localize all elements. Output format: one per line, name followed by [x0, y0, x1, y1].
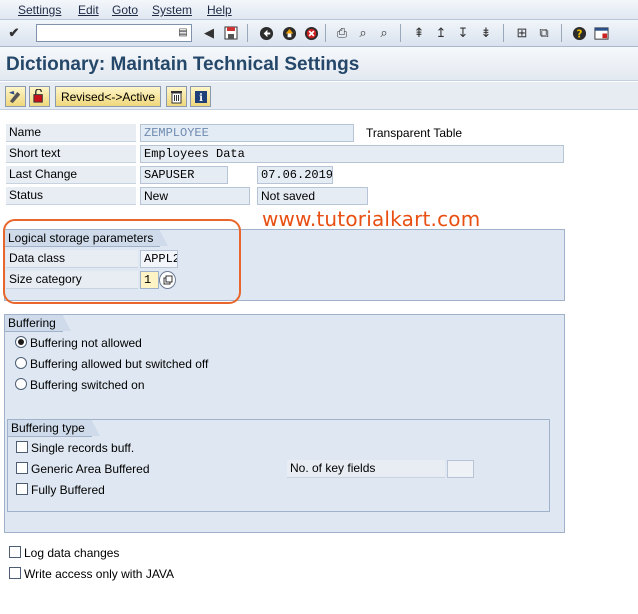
log-data-changes-checkbox[interactable]: [9, 546, 21, 558]
fully-buffered-checkbox[interactable]: [16, 483, 28, 495]
toolbar-divider: [325, 24, 326, 42]
last-page-icon[interactable]: ⇟: [477, 24, 495, 42]
buffering-allowed-switched-off-label: Buffering allowed but switched off: [30, 357, 209, 371]
status-label: Status: [6, 187, 136, 205]
buffering-switched-on-label: Buffering switched on: [30, 378, 145, 392]
activate-icon[interactable]: [29, 86, 50, 107]
cancel-icon[interactable]: [302, 24, 320, 42]
svg-text:i: i: [199, 93, 203, 104]
svg-text:?: ?: [576, 28, 582, 40]
menu-bar: Settings Edit Goto System Help: [0, 0, 638, 20]
buffering-title: Buffering: [5, 314, 71, 332]
buffering-switched-on-radio[interactable]: [15, 378, 27, 390]
help-icon[interactable]: ?: [570, 24, 588, 42]
menu-help[interactable]: Help: [207, 3, 232, 17]
generic-area-checkbox[interactable]: [16, 462, 28, 474]
single-records-checkbox[interactable]: [16, 441, 28, 453]
toolbar-divider: [400, 24, 401, 42]
command-field[interactable]: [36, 24, 192, 42]
save-icon[interactable]: [222, 24, 240, 42]
page-title: Dictionary: Maintain Technical Settings: [6, 54, 360, 75]
log-data-changes-label: Log data changes: [24, 546, 120, 560]
customize-layout-icon[interactable]: [592, 24, 610, 42]
menu-system[interactable]: System: [152, 3, 192, 17]
menu-settings[interactable]: Settings: [18, 3, 61, 17]
key-fields-label: No. of key fields: [287, 460, 445, 478]
command-history-icon[interactable]: ▤: [176, 26, 190, 40]
status-field[interactable]: New: [140, 187, 250, 205]
display-change-icon[interactable]: [5, 86, 26, 107]
next-page-icon[interactable]: ↧: [454, 24, 472, 42]
short-text-label: Short text: [6, 145, 136, 163]
generic-area-label: Generic Area Buffered: [31, 462, 150, 476]
watermark: www.tutorialkart.com: [262, 207, 481, 231]
name-field[interactable]: ZEMPLOYEE: [140, 124, 354, 142]
shortcut-icon[interactable]: ⧉: [535, 24, 553, 42]
name-label: Name: [6, 124, 136, 142]
toolbar-divider: [561, 24, 562, 42]
delete-icon[interactable]: [166, 86, 187, 107]
back-icon[interactable]: ◀: [200, 24, 218, 42]
revised-active-button[interactable]: Revised<->Active: [55, 86, 161, 107]
buffering-not-allowed-label: Buffering not allowed: [30, 336, 142, 350]
fully-buffered-label: Fully Buffered: [31, 483, 105, 497]
short-text-field[interactable]: Employees Data: [140, 145, 564, 163]
menu-goto[interactable]: Goto: [112, 3, 138, 17]
write-access-java-checkbox[interactable]: [9, 567, 21, 579]
buffering-type-title: Buffering type: [8, 419, 100, 437]
last-change-user-field[interactable]: SAPUSER: [140, 166, 228, 184]
find-icon[interactable]: ⌕: [354, 24, 372, 42]
menu-edit[interactable]: Edit: [78, 3, 99, 17]
info-icon[interactable]: i: [190, 86, 211, 107]
toolbar-divider: [503, 24, 504, 42]
print-icon[interactable]: ⎙: [333, 24, 351, 42]
single-records-label: Single records buff.: [31, 441, 135, 455]
back-nav-icon[interactable]: [257, 24, 275, 42]
save-status-field[interactable]: Not saved: [257, 187, 368, 205]
last-change-label: Last Change: [6, 166, 136, 184]
exit-icon[interactable]: [280, 24, 298, 42]
create-session-icon[interactable]: ⊞: [513, 24, 531, 42]
key-fields-field[interactable]: [447, 460, 474, 478]
last-change-date-field[interactable]: 07.06.2019: [257, 166, 333, 184]
write-access-java-label: Write access only with JAVA: [24, 567, 175, 581]
buffering-not-allowed-radio[interactable]: [15, 336, 27, 348]
enter-icon[interactable]: ✔: [5, 24, 23, 42]
table-type-text: Transparent Table: [366, 126, 463, 140]
find-next-icon[interactable]: ⌕: [375, 24, 393, 42]
first-page-icon[interactable]: ⇞: [410, 24, 428, 42]
toolbar-divider: [247, 24, 248, 42]
buffering-allowed-switched-off-radio[interactable]: [15, 357, 27, 369]
highlight-annotation: [3, 219, 241, 304]
prev-page-icon[interactable]: ↥: [432, 24, 450, 42]
